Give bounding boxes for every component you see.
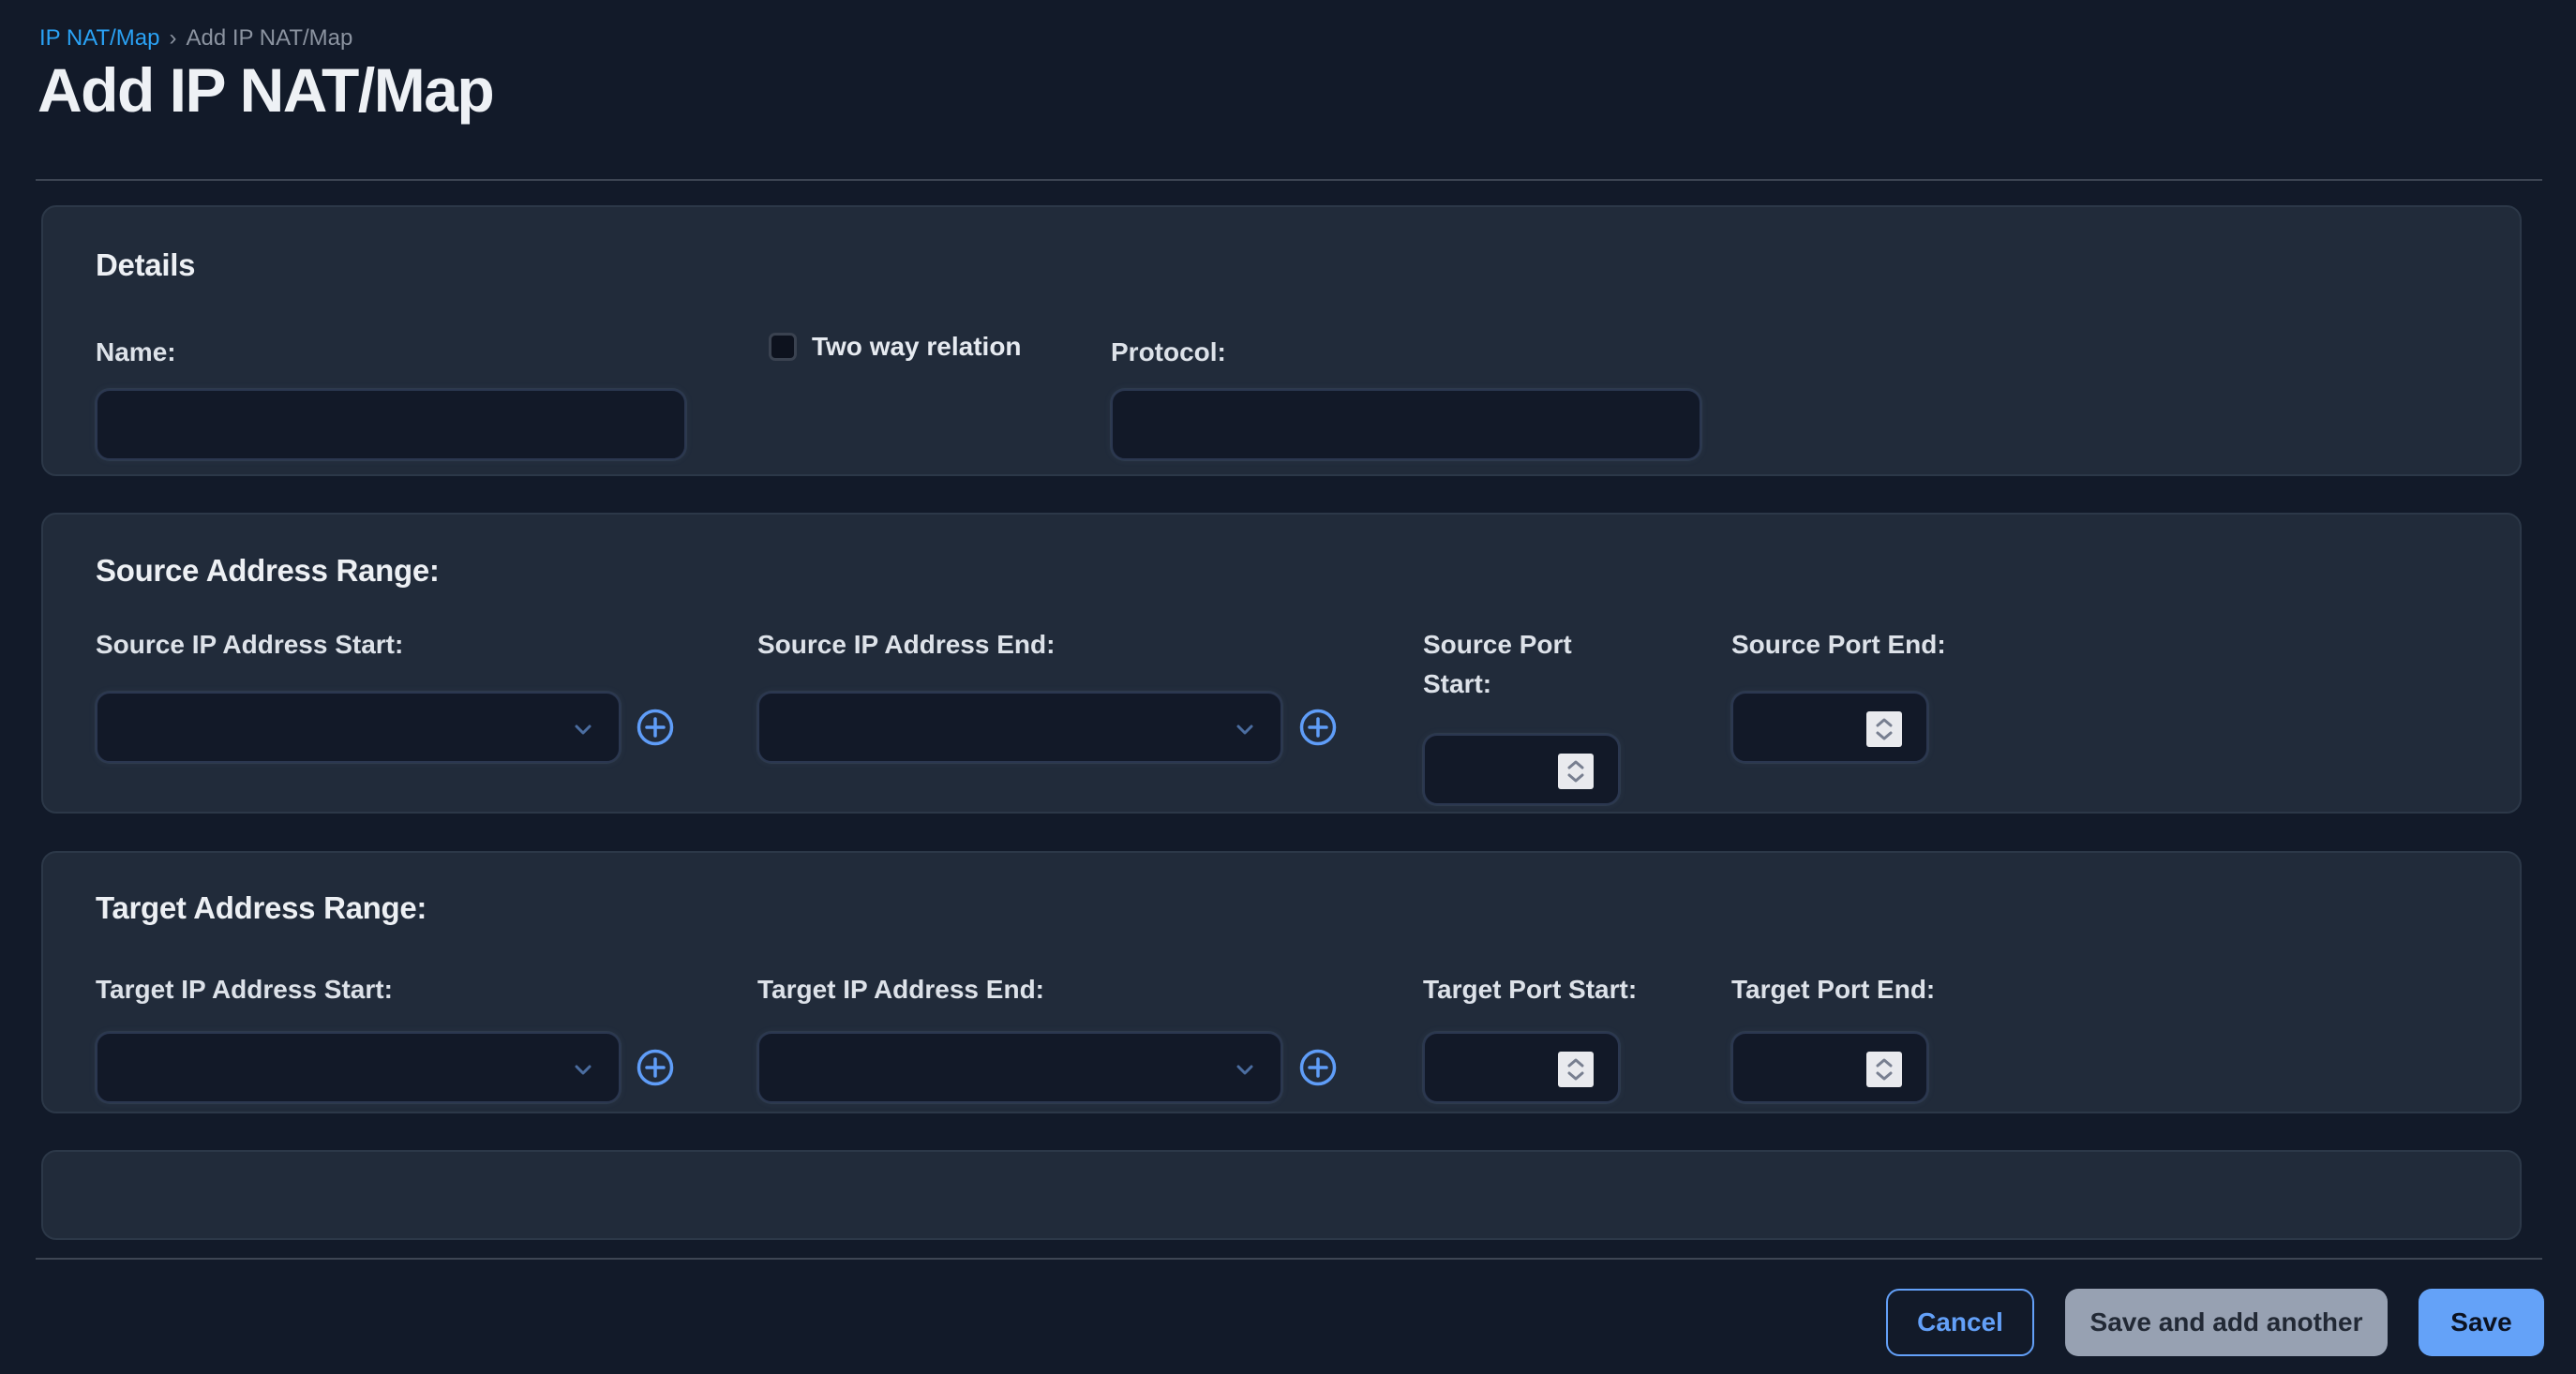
target-port-start-input[interactable] xyxy=(1423,1032,1620,1103)
protocol-input[interactable] xyxy=(1111,389,1701,460)
source-ip-start-label: Source IP Address Start: xyxy=(96,625,403,665)
source-heading: Source Address Range: xyxy=(96,553,440,589)
name-input[interactable] xyxy=(96,389,686,460)
details-heading: Details xyxy=(96,247,195,283)
page-title: Add IP NAT/Map xyxy=(37,52,493,127)
stepper-up-down-icon[interactable] xyxy=(1866,711,1902,747)
stepper-up-down-icon[interactable] xyxy=(1558,1052,1594,1087)
title-divider xyxy=(36,179,2542,181)
footer-divider xyxy=(36,1258,2542,1260)
details-card: Details Name: Two way relation Protocol: xyxy=(41,205,2522,476)
breadcrumb: IP NAT/Map › Add IP NAT/Map xyxy=(39,22,352,54)
source-address-range-card: Source Address Range: Source IP Address … xyxy=(41,513,2522,814)
add-ip-nat-map-page: IP NAT/Map›Add IP NAT/Map Add IP NAT/Map… xyxy=(0,0,2576,1374)
chevron-down-icon xyxy=(1234,718,1256,745)
chevron-down-icon xyxy=(1234,1058,1256,1085)
plus-circle-icon xyxy=(636,1076,675,1090)
name-label: Name: xyxy=(96,333,176,372)
chevron-down-icon xyxy=(572,718,594,745)
chevron-down-icon xyxy=(572,1058,594,1085)
target-port-end-label: Target Port End: xyxy=(1731,970,2013,1009)
plus-circle-icon xyxy=(1298,1076,1338,1090)
target-ip-end-add-button[interactable] xyxy=(1298,1048,1338,1087)
target-heading: Target Address Range: xyxy=(96,890,427,926)
plus-circle-icon xyxy=(636,736,675,750)
empty-section-card xyxy=(41,1150,2522,1240)
save-button[interactable]: Save xyxy=(2419,1289,2544,1356)
breadcrumb-separator: › xyxy=(169,25,176,51)
target-port-start-label: Target Port Start: xyxy=(1423,970,1704,1009)
target-ip-start-select[interactable] xyxy=(96,1032,621,1103)
target-ip-start-add-button[interactable] xyxy=(636,1048,675,1087)
target-port-end-input[interactable] xyxy=(1731,1032,1928,1103)
breadcrumb-current: Add IP NAT/Map xyxy=(186,25,352,51)
protocol-label: Protocol: xyxy=(1111,333,1226,372)
plus-circle-icon xyxy=(1298,736,1338,750)
source-ip-start-select[interactable] xyxy=(96,692,621,763)
target-ip-end-label: Target IP Address End: xyxy=(757,970,1044,1009)
source-port-end-input[interactable] xyxy=(1731,692,1928,763)
source-port-start-input[interactable] xyxy=(1423,734,1620,805)
source-port-end-label: Source Port End: xyxy=(1731,625,2013,665)
source-port-start-label: Source Port Start: xyxy=(1423,625,1601,704)
target-ip-end-select[interactable] xyxy=(757,1032,1282,1103)
cancel-button[interactable]: Cancel xyxy=(1886,1289,2034,1356)
breadcrumb-link-ip-nat-map[interactable]: IP NAT/Map xyxy=(39,25,159,51)
save-and-add-another-button[interactable]: Save and add another xyxy=(2065,1289,2388,1356)
source-ip-start-add-button[interactable] xyxy=(636,708,675,747)
two-way-relation-label: Two way relation xyxy=(812,332,1022,362)
two-way-relation-field: Two way relation xyxy=(769,332,1022,362)
source-ip-end-select[interactable] xyxy=(757,692,1282,763)
target-ip-start-label: Target IP Address Start: xyxy=(96,970,393,1009)
two-way-relation-checkbox[interactable] xyxy=(769,333,797,361)
target-address-range-card: Target Address Range: Target IP Address … xyxy=(41,851,2522,1113)
stepper-up-down-icon[interactable] xyxy=(1558,754,1594,789)
source-ip-end-label: Source IP Address End: xyxy=(757,625,1055,665)
source-ip-end-add-button[interactable] xyxy=(1298,708,1338,747)
stepper-up-down-icon[interactable] xyxy=(1866,1052,1902,1087)
